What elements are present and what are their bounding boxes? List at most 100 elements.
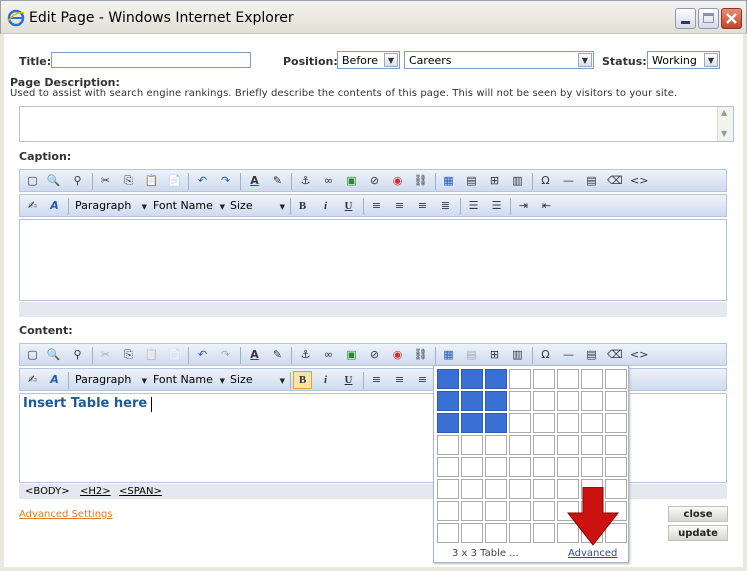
- eraser-icon[interactable]: ⌫: [607, 348, 623, 362]
- table-grid-cell[interactable]: [461, 413, 483, 433]
- horizontal-rule-icon[interactable]: —: [561, 348, 576, 362]
- table-grid-cell[interactable]: [509, 501, 531, 521]
- table-grid-cell[interactable]: [509, 413, 531, 433]
- paste-text-icon[interactable]: 📄: [167, 348, 182, 362]
- numbered-list-icon[interactable]: ☰: [466, 199, 481, 213]
- table-grid-cell[interactable]: [437, 369, 459, 389]
- table-grid-cell[interactable]: [533, 479, 555, 499]
- size-select[interactable]: Size ▼: [230, 372, 285, 389]
- table-grid-cell[interactable]: [509, 435, 531, 455]
- table-grid-cell[interactable]: [605, 413, 627, 433]
- table-grid-cell[interactable]: [485, 501, 507, 521]
- table-grid-cell[interactable]: [581, 435, 603, 455]
- update-button[interactable]: update: [668, 525, 728, 541]
- align-left-icon[interactable]: ≡: [369, 373, 384, 387]
- hyperlink-icon[interactable]: ⛓: [413, 174, 428, 188]
- italic-button[interactable]: i: [318, 373, 333, 387]
- table-properties-icon[interactable]: ▤: [464, 348, 479, 362]
- preview-icon[interactable]: 🔍: [46, 348, 61, 362]
- horizontal-rule-icon[interactable]: —: [561, 174, 576, 188]
- table-grid-cell[interactable]: [533, 391, 555, 411]
- table-grid-cell[interactable]: [461, 391, 483, 411]
- table-grid-cell[interactable]: [437, 479, 459, 499]
- table-grid-cell[interactable]: [461, 435, 483, 455]
- anchor-icon[interactable]: ⚓: [298, 174, 313, 188]
- table-grid-cell[interactable]: [557, 369, 579, 389]
- underline-button[interactable]: U: [341, 199, 356, 213]
- html-source-icon[interactable]: <>: [630, 174, 648, 188]
- table-grid-cell[interactable]: [533, 413, 555, 433]
- form-icon[interactable]: ▥: [510, 348, 525, 362]
- align-center-icon[interactable]: ≡: [392, 199, 407, 213]
- image-icon[interactable]: ▣: [344, 348, 359, 362]
- select-all-icon[interactable]: ▢: [25, 174, 40, 188]
- font-color-icon[interactable]: A: [247, 348, 262, 362]
- paragraph-select[interactable]: Paragraph ▼: [75, 372, 147, 389]
- media-icon[interactable]: ◉: [390, 348, 405, 362]
- bullet-list-icon[interactable]: ☰: [489, 199, 504, 213]
- align-right-icon[interactable]: ≡: [415, 373, 430, 387]
- bold-button[interactable]: B: [293, 371, 312, 389]
- status-path-h2[interactable]: <H2>: [80, 486, 111, 497]
- table-grid-cell[interactable]: [605, 457, 627, 477]
- underline-button[interactable]: U: [341, 373, 356, 387]
- table-grid-cell[interactable]: [485, 479, 507, 499]
- table-grid-cell[interactable]: [509, 369, 531, 389]
- close-window-button[interactable]: [721, 8, 742, 29]
- caption-editor[interactable]: [19, 219, 727, 301]
- table-grid-cell[interactable]: [581, 369, 603, 389]
- bold-button[interactable]: B: [295, 199, 310, 213]
- table-grid-cell[interactable]: [533, 457, 555, 477]
- table-grid-cell[interactable]: [437, 391, 459, 411]
- table-grid-cell[interactable]: [461, 479, 483, 499]
- font-name-select[interactable]: Font Name ▼: [153, 372, 225, 389]
- table-grid-cell[interactable]: [557, 457, 579, 477]
- table-grid-cell[interactable]: [557, 391, 579, 411]
- size-select[interactable]: Size ▼: [230, 198, 285, 215]
- table-grid-cell[interactable]: [437, 435, 459, 455]
- align-left-icon[interactable]: ≡: [369, 199, 384, 213]
- find-icon[interactable]: ⚲: [70, 174, 85, 188]
- highlight-color-icon[interactable]: ✎: [270, 174, 285, 188]
- window-titlebar[interactable]: Edit Page - Windows Internet Explorer: [0, 0, 747, 34]
- text-style-icon[interactable]: A: [47, 199, 62, 213]
- table-grid-cell[interactable]: [461, 501, 483, 521]
- anchor-icon[interactable]: ⚓: [298, 348, 313, 362]
- copy-icon[interactable]: ⎘: [121, 348, 136, 362]
- table-grid-cell[interactable]: [485, 435, 507, 455]
- table-grid-cell[interactable]: [533, 501, 555, 521]
- table-grid-cell[interactable]: [461, 523, 483, 543]
- table-grid-cell[interactable]: [581, 413, 603, 433]
- insert-table-icon[interactable]: ▦: [441, 348, 456, 362]
- paste-icon[interactable]: 📋: [144, 348, 159, 362]
- table-grid-cell[interactable]: [437, 457, 459, 477]
- undo-icon[interactable]: ↶: [195, 174, 210, 188]
- minimize-button[interactable]: [675, 8, 696, 29]
- close-button[interactable]: close: [668, 506, 728, 522]
- image-icon[interactable]: ▣: [344, 174, 359, 188]
- edit-style-icon[interactable]: ✍: [25, 373, 40, 387]
- table-grid-cell[interactable]: [461, 457, 483, 477]
- justify-icon[interactable]: ≣: [438, 199, 453, 213]
- table-grid-cell[interactable]: [581, 391, 603, 411]
- highlight-color-icon[interactable]: ✎: [270, 348, 285, 362]
- parent-page-select[interactable]: Careers ▼: [404, 51, 594, 69]
- textarea-scrollbar[interactable]: ▲ ▼: [717, 107, 733, 141]
- table-grid-cell[interactable]: [485, 413, 507, 433]
- cut-icon[interactable]: ✂: [98, 348, 113, 362]
- status-path-span[interactable]: <SPAN>: [119, 486, 162, 497]
- table-grid-cell[interactable]: [581, 457, 603, 477]
- advanced-settings-link[interactable]: Advanced Settings: [19, 509, 113, 520]
- table-grid-cell[interactable]: [509, 479, 531, 499]
- eraser-icon[interactable]: ⌫: [607, 174, 623, 188]
- title-input[interactable]: [51, 52, 251, 68]
- paste-text-icon[interactable]: 📄: [167, 174, 182, 188]
- select-all-icon[interactable]: ▢: [25, 348, 40, 362]
- table-grid-cell[interactable]: [605, 391, 627, 411]
- media-icon[interactable]: ◉: [390, 174, 405, 188]
- text-style-icon[interactable]: A: [47, 373, 62, 387]
- show-borders-icon[interactable]: ⊞: [487, 174, 502, 188]
- table-grid-cell[interactable]: [485, 369, 507, 389]
- cut-icon[interactable]: ✂: [98, 174, 113, 188]
- table-grid-cell[interactable]: [461, 369, 483, 389]
